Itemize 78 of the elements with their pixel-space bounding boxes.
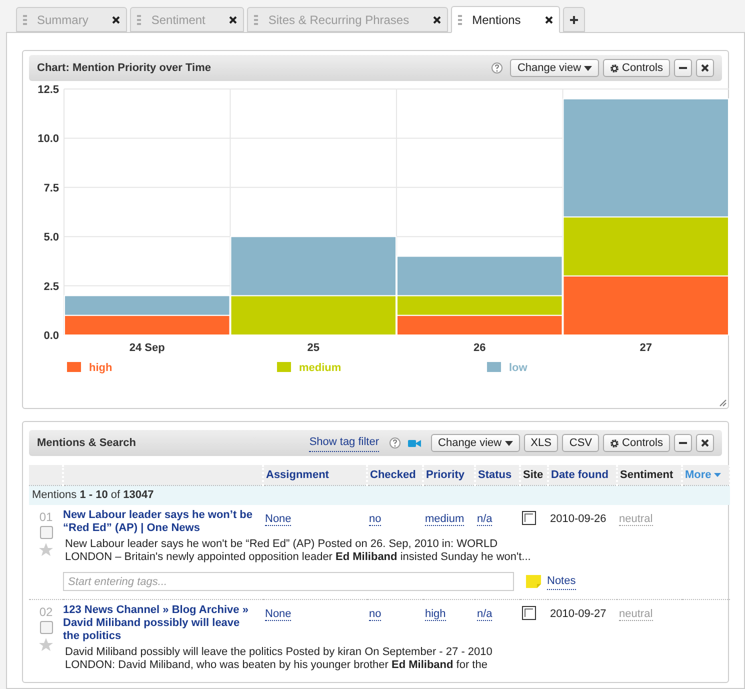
gear-icon bbox=[610, 438, 620, 448]
site-page-icon[interactable] bbox=[522, 511, 536, 525]
axis-tick-label: 26 bbox=[474, 342, 486, 354]
help-icon[interactable] bbox=[491, 62, 504, 74]
axis-tick-label: 10.0 bbox=[38, 133, 59, 146]
axis-tick-label: 25 bbox=[307, 342, 320, 354]
date-found: 2010-09-26 bbox=[550, 513, 606, 525]
row-checkbox[interactable] bbox=[40, 526, 52, 539]
column-header[interactable]: Date found bbox=[548, 465, 617, 485]
close-icon bbox=[701, 439, 709, 447]
site-page-icon[interactable] bbox=[522, 606, 536, 620]
column-header[interactable]: Site bbox=[520, 465, 548, 485]
minus-icon bbox=[679, 67, 687, 69]
widget-title: Mentions & Search bbox=[37, 436, 138, 451]
close-icon[interactable] bbox=[112, 16, 120, 24]
column-header[interactable]: Status bbox=[475, 465, 520, 485]
close-icon[interactable] bbox=[544, 16, 553, 24]
help-icon[interactable] bbox=[389, 437, 402, 449]
controls-button[interactable]: Controls bbox=[603, 434, 670, 452]
priority-link[interactable]: high bbox=[425, 608, 446, 621]
video-camera-icon[interactable] bbox=[408, 438, 422, 448]
drag-handle-icon[interactable] bbox=[23, 14, 27, 24]
gear-icon bbox=[610, 64, 620, 72]
column-header[interactable]: Checked bbox=[367, 465, 423, 485]
xls-button[interactable]: XLS bbox=[524, 434, 558, 452]
caret-icon bbox=[504, 440, 513, 446]
minimize-button[interactable] bbox=[674, 434, 692, 452]
axis-tick-label: 7.5 bbox=[44, 182, 59, 194]
drag-handle-icon[interactable] bbox=[458, 14, 462, 24]
csv-button[interactable]: CSV bbox=[562, 434, 600, 452]
axis-tick-label: 5.0 bbox=[44, 232, 59, 244]
tags-input-field[interactable]: Start entering tags... bbox=[63, 572, 514, 591]
results-summary: Mentions 1 - 10 of 13047 bbox=[32, 489, 154, 501]
status-link[interactable]: n/a bbox=[477, 513, 492, 526]
checked-link[interactable]: no bbox=[369, 513, 382, 526]
row-number: 02 bbox=[38, 606, 54, 618]
axis-tick-label: 24 Sep bbox=[129, 342, 165, 354]
change-view-button[interactable]: Change view bbox=[431, 434, 520, 452]
assignment-link[interactable]: None bbox=[265, 608, 292, 621]
mention-title-link[interactable]: New Labour leader says he won’t be “Red Ed” (AP) | One News bbox=[63, 509, 259, 535]
caret-icon bbox=[714, 472, 722, 477]
notes-link[interactable]: Notes bbox=[547, 572, 576, 590]
mention-snippet: New Labour leader says he won't be “Red Ed” (AP) Posted on 26. Sep, 2010 in: WORLD LONDON – Britain's newly appointed opposition leader Ed Miliband insisted Sunday he won't... bbox=[65, 538, 532, 564]
resize-grip-icon[interactable] bbox=[719, 399, 727, 407]
column-header[interactable]: Priority bbox=[423, 465, 475, 485]
axis-tick-label: 27 bbox=[640, 342, 652, 354]
close-button[interactable] bbox=[696, 59, 714, 77]
row-checkbox[interactable] bbox=[40, 621, 52, 634]
star-icon[interactable] bbox=[39, 638, 53, 652]
close-button[interactable] bbox=[696, 434, 714, 452]
minimize-button[interactable] bbox=[674, 59, 692, 77]
caret-icon bbox=[584, 66, 592, 70]
mention-snippet: David Miliband possibly will leave the politics Posted by kiran On September - 27 - 2010 LONDON: David Miliband, who was beaten by his younger brother Ed Miliband for the bbox=[65, 646, 494, 672]
drag-handle-icon[interactable] bbox=[137, 14, 142, 24]
close-icon bbox=[701, 64, 709, 72]
change-view-button[interactable]: Change view bbox=[510, 59, 600, 77]
assignment-link[interactable]: None bbox=[265, 513, 292, 526]
date-found: 2010-09-27 bbox=[550, 608, 606, 620]
tag-filter-link[interactable]: Show tag filter bbox=[309, 434, 380, 452]
column-header[interactable]: Sentiment bbox=[617, 465, 682, 485]
minus-icon bbox=[679, 442, 687, 444]
controls-button[interactable]: Controls bbox=[603, 59, 670, 77]
column-header[interactable]: Assignment bbox=[263, 465, 367, 485]
tab[interactable]: Mentions bbox=[451, 6, 560, 33]
widget-title: Chart: Mention Priority over Time bbox=[37, 60, 212, 76]
close-icon[interactable] bbox=[229, 16, 238, 24]
drag-handle-icon[interactable] bbox=[254, 14, 258, 24]
star-icon[interactable] bbox=[39, 543, 53, 557]
mention-title-link[interactable]: 123 News Channel » Blog Archive » David Miliband possibly will leave the politics bbox=[63, 604, 259, 643]
axis-tick-label: 0.0 bbox=[44, 330, 59, 342]
checked-link[interactable]: no bbox=[369, 608, 382, 621]
row-number: 01 bbox=[38, 511, 54, 523]
add-tab-icon[interactable] bbox=[562, 7, 585, 32]
axis-tick-label: 2.5 bbox=[44, 280, 59, 293]
status-link[interactable]: n/a bbox=[477, 608, 492, 621]
close-icon[interactable] bbox=[433, 16, 442, 24]
axis-tick-label: 12.5 bbox=[38, 84, 59, 96]
priority-link[interactable]: medium bbox=[425, 513, 464, 526]
